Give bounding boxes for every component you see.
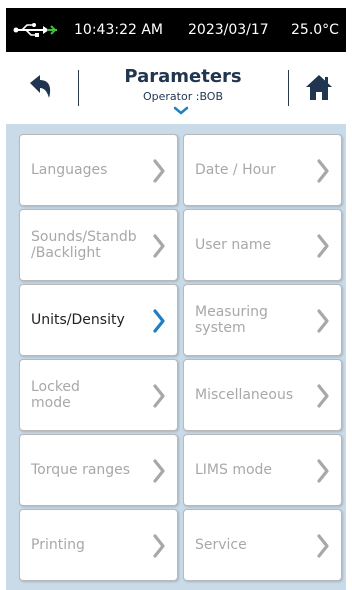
operator-label: Operator :BOB — [143, 90, 223, 103]
header: Parameters Operator :BOB — [6, 52, 346, 124]
chevron-right-icon — [153, 459, 165, 483]
chevron-right-icon — [153, 159, 165, 183]
chevron-right-icon — [317, 459, 329, 483]
menu-tile-label: Date / Hour — [195, 162, 276, 178]
home-icon — [306, 75, 332, 100]
chevron-right-icon — [153, 534, 165, 558]
menu-tile-label: Units/Density — [31, 312, 125, 328]
back-arrow-icon — [30, 75, 51, 98]
menu-tile-date-hour[interactable]: Date / Hour — [183, 134, 342, 206]
chevron-right-icon — [317, 384, 329, 408]
menu-tile-label: Miscellaneous — [195, 387, 294, 403]
menu-tile-label: Service — [195, 537, 247, 553]
chevron-right-icon — [317, 534, 329, 558]
menu-tile-measuring-system[interactable]: Measuring system — [183, 284, 342, 356]
back-button[interactable] — [20, 70, 60, 106]
menu-tile-label: Locked mode — [31, 379, 80, 411]
menu-tile-label: Printing — [31, 537, 85, 553]
home-button[interactable] — [299, 69, 339, 107]
chevron-right-icon — [153, 309, 165, 333]
page-title: Parameters — [124, 66, 242, 87]
menu-tile-torque-ranges[interactable]: Torque ranges — [19, 434, 178, 506]
chevron-right-icon — [317, 234, 329, 258]
menu-tile-locked-mode[interactable]: Locked mode — [19, 359, 178, 431]
device-screen: 10:43:22 AM 2023/03/17 25.0°C Parameters… — [6, 8, 346, 590]
header-divider-right — [288, 70, 289, 106]
menu-tile-user-name[interactable]: User name — [183, 209, 342, 281]
status-time: 10:43:22 AM — [74, 22, 163, 38]
menu-tile-sounds-standby-backlight[interactable]: Sounds/Standb /Backlight — [19, 209, 178, 281]
menu-tile-label: Sounds/Standb /Backlight — [31, 229, 137, 261]
status-date: 2023/03/17 — [188, 22, 269, 38]
chevron-right-icon — [317, 309, 329, 333]
menu-tile-miscellaneous[interactable]: Miscellaneous — [183, 359, 342, 431]
chevron-right-icon — [153, 384, 165, 408]
menu-tile-label: User name — [195, 237, 272, 253]
menu-tile-label: LIMS mode — [195, 462, 273, 478]
menu-tile-label: Torque ranges — [31, 462, 131, 478]
chevron-down-icon[interactable] — [173, 106, 189, 116]
chevron-right-icon — [317, 159, 329, 183]
menu-tile-label: Measuring system — [195, 304, 268, 336]
parameters-menu: Languages Date / Hour Sounds/Standb /Backl… — [6, 124, 346, 590]
menu-tile-service[interactable]: Service — [183, 509, 342, 581]
menu-tile-units-density[interactable]: Units/Density — [19, 284, 178, 356]
menu-tile-lims-mode[interactable]: LIMS mode — [183, 434, 342, 506]
menu-tile-languages[interactable]: Languages — [19, 134, 178, 206]
menu-tile-label: Languages — [31, 162, 108, 178]
usb-icon — [13, 23, 57, 37]
status-temperature: 25.0°C — [291, 22, 339, 38]
chevron-right-icon — [153, 234, 165, 258]
menu-tile-printing[interactable]: Printing — [19, 509, 178, 581]
status-bar: 10:43:22 AM 2023/03/17 25.0°C — [6, 8, 346, 52]
